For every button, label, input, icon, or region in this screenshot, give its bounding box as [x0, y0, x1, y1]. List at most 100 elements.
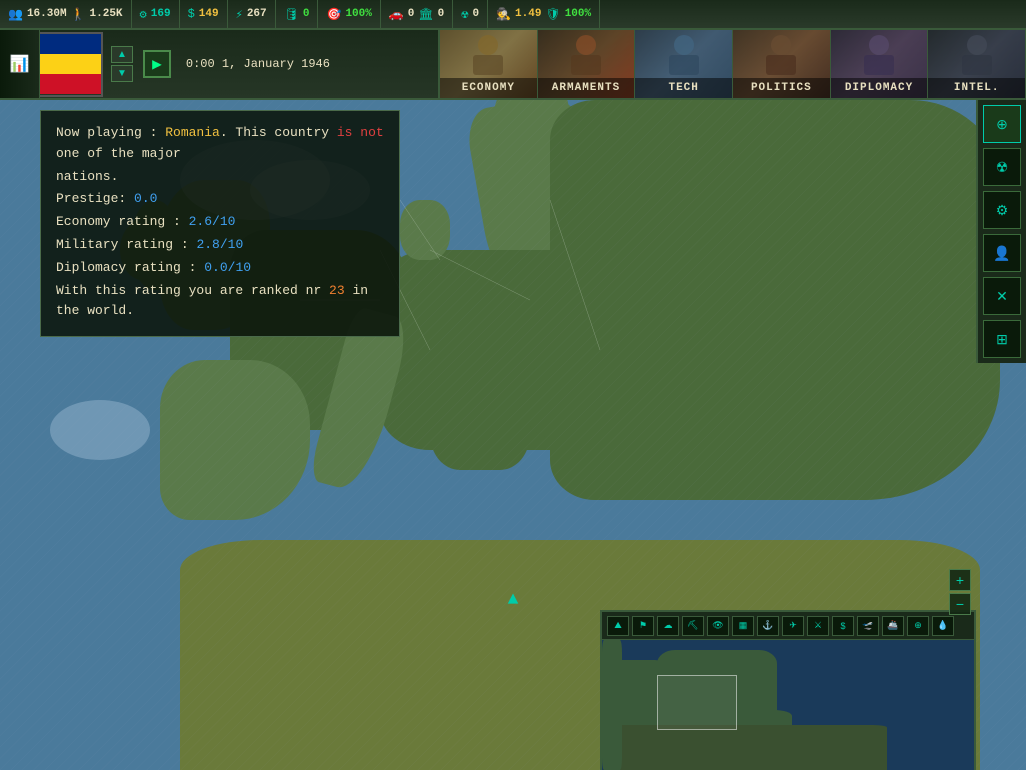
tech-tab-label: TECH — [635, 78, 732, 98]
tab-politics[interactable]: POLITICS — [733, 30, 831, 98]
battle-button[interactable]: ✕ — [983, 277, 1021, 315]
right-panel: ⊕ ☢ ⚙ 👤 ✕ ⊞ — [976, 100, 1026, 363]
info-line-rank: With this rating you are ranked nr 23 in… — [56, 281, 384, 323]
minimap-btn-terrain[interactable]: ⛰ — [607, 616, 629, 636]
military-rating-label: Military rating : — [56, 237, 196, 252]
zoom-controls: + − — [949, 569, 971, 615]
corner-decoration: 📊 — [0, 30, 40, 100]
minimap[interactable] — [602, 640, 974, 770]
country-name: Romania — [165, 125, 220, 140]
minimap-btn-air[interactable]: 🛫 — [857, 616, 879, 636]
satisfaction-stat: 🎯 100% — [318, 0, 380, 28]
oil-value: 0 — [303, 8, 310, 20]
minimap-btn-money[interactable]: $ — [832, 616, 854, 636]
speed-up-button[interactable]: ▲ — [111, 46, 133, 63]
date-display: 0:00 1, January 1946 — [186, 57, 330, 71]
nuclear-button[interactable]: ☢ — [983, 148, 1021, 186]
prestige-label: Prestige: — [56, 191, 134, 206]
now-playing-prefix: Now playing : — [56, 125, 165, 140]
tab-intel[interactable]: INTEL. — [928, 30, 1026, 98]
intel-tab-label: INTEL. — [928, 78, 1025, 98]
diplomacy-pts-value: 0 — [438, 8, 445, 20]
zoom-out-button[interactable]: − — [949, 593, 971, 615]
nuclear-icon: ☢ — [461, 7, 468, 22]
politics-tab-label: POLITICS — [733, 78, 830, 98]
espionage-value: 1.49 — [515, 8, 541, 20]
manpower-value: 1.25K — [90, 8, 123, 20]
energy-value: 267 — [247, 8, 267, 20]
readiness-icon: 🛡 — [545, 7, 560, 22]
transport-icon: 🚗 — [389, 7, 404, 22]
industry-icon: ⚙ — [140, 7, 147, 22]
top-bar: 👥 16.30M 🚶 1.25K ⚙ 169 $ 149 ⚡ 267 🛢 0 🎯… — [0, 0, 1026, 30]
espionage-icon: 🕵 — [496, 7, 511, 22]
minimap-btn-water[interactable]: 💧 — [932, 616, 954, 636]
economy-tab-label: ECONOMY — [440, 78, 537, 98]
tech-portrait — [635, 30, 732, 75]
speed-controls[interactable]: ▲ ▼ — [111, 46, 133, 82]
mapview-button[interactable]: ⊞ — [983, 320, 1021, 358]
population-icon: 👥 — [8, 7, 23, 22]
minimap-toolbar: ⛰ ⚑ ☁ ⛏ 👁 ▦ ⚓ ✈ ⚔ $ 🛫 🚢 ⊕ 💧 — [602, 612, 974, 640]
population-stat: 👥 16.30M 🚶 1.25K — [0, 0, 132, 28]
espionage-stat: 🕵 1.49 🛡 100% — [488, 0, 600, 28]
rank-prefix: With this rating you are ranked nr — [56, 283, 329, 298]
minimap-btn-military[interactable]: ⚔ — [807, 616, 829, 636]
play-icon: ▶ — [152, 54, 162, 74]
minimap-btn-filter[interactable]: ▦ — [732, 616, 754, 636]
tab-tech[interactable]: TECH — [635, 30, 733, 98]
diplomacy-rating-label: Diplomacy rating : — [56, 260, 204, 275]
minimap-btn-unit[interactable]: ⚑ — [632, 616, 654, 636]
oil-stat: 🛢 0 — [276, 0, 319, 28]
nuclear-stat: ☢ 0 — [453, 0, 488, 28]
play-button[interactable]: ▶ — [143, 50, 171, 78]
tab-economy[interactable]: ECONOMY — [440, 30, 538, 98]
transport-stat: 🚗 0 🏛 0 — [381, 0, 453, 28]
country-suffix: . This country — [220, 125, 337, 140]
economy-rating-label: Economy rating : — [56, 214, 189, 229]
info-line-nations: nations. — [56, 167, 384, 188]
settings-button[interactable]: ⚙ — [983, 191, 1021, 229]
minimap-btn-extra[interactable]: ⊕ — [907, 616, 929, 636]
prestige-value: 0.0 — [134, 191, 157, 206]
money-icon: $ — [188, 7, 195, 21]
intel-portrait — [928, 30, 1025, 75]
major-nations-end: one of the major — [56, 146, 181, 161]
oil-icon: 🛢 — [284, 7, 299, 22]
minimap-btn-weather[interactable]: ☁ — [657, 616, 679, 636]
minimap-btn-naval[interactable]: 🚢 — [882, 616, 904, 636]
tab-armaments[interactable]: ARMAMENTS — [538, 30, 636, 98]
money-stat: $ 149 — [180, 0, 228, 28]
speed-down-button[interactable]: ▼ — [111, 65, 133, 82]
diplomacy-tab-label: DIPLOMACY — [831, 78, 928, 98]
info-line-prestige: Prestige: 0.0 — [56, 189, 384, 210]
rank-value: 23 — [329, 283, 345, 298]
not-major-label: is not — [337, 125, 384, 140]
person-button[interactable]: 👤 — [983, 234, 1021, 272]
minimap-btn-plane[interactable]: ✈ — [782, 616, 804, 636]
population-value: 16.30M — [27, 8, 67, 20]
minimap-btn-ship[interactable]: ⚓ — [757, 616, 779, 636]
toolbar: ▲ ▼ ▶ 0:00 1, January 1946 — [0, 30, 440, 100]
nations-label: nations. — [56, 169, 118, 184]
readiness-value: 100% — [565, 8, 591, 20]
minimap-viewport — [657, 675, 737, 730]
minimap-btn-view[interactable]: 👁 — [707, 616, 729, 636]
map-expand-arrow[interactable]: ▲ — [508, 590, 519, 610]
info-panel: Now playing : Romania. This country is n… — [40, 110, 400, 337]
transport-value: 0 — [408, 8, 415, 20]
zoom-in-button[interactable]: + — [949, 569, 971, 591]
manpower-icon: 🚶 — [71, 7, 86, 22]
info-line-economy: Economy rating : 2.6/10 — [56, 212, 384, 233]
satisfaction-icon: 🎯 — [326, 7, 341, 22]
minimap-btn-resource[interactable]: ⛏ — [682, 616, 704, 636]
chart-icon: 📊 — [10, 54, 30, 74]
energy-stat: ⚡ 267 — [228, 0, 276, 28]
tab-diplomacy[interactable]: DIPLOMACY — [831, 30, 929, 98]
diplomacy-rating-value: 0.0/10 — [204, 260, 251, 275]
globe-button[interactable]: ⊕ — [983, 105, 1021, 143]
menu-tabs: ECONOMY ARMAMENTS TECH — [440, 30, 1026, 100]
info-line-military: Military rating : 2.8/10 — [56, 235, 384, 256]
diplomacy-portrait — [831, 30, 928, 75]
military-rating-value: 2.8/10 — [196, 237, 243, 252]
